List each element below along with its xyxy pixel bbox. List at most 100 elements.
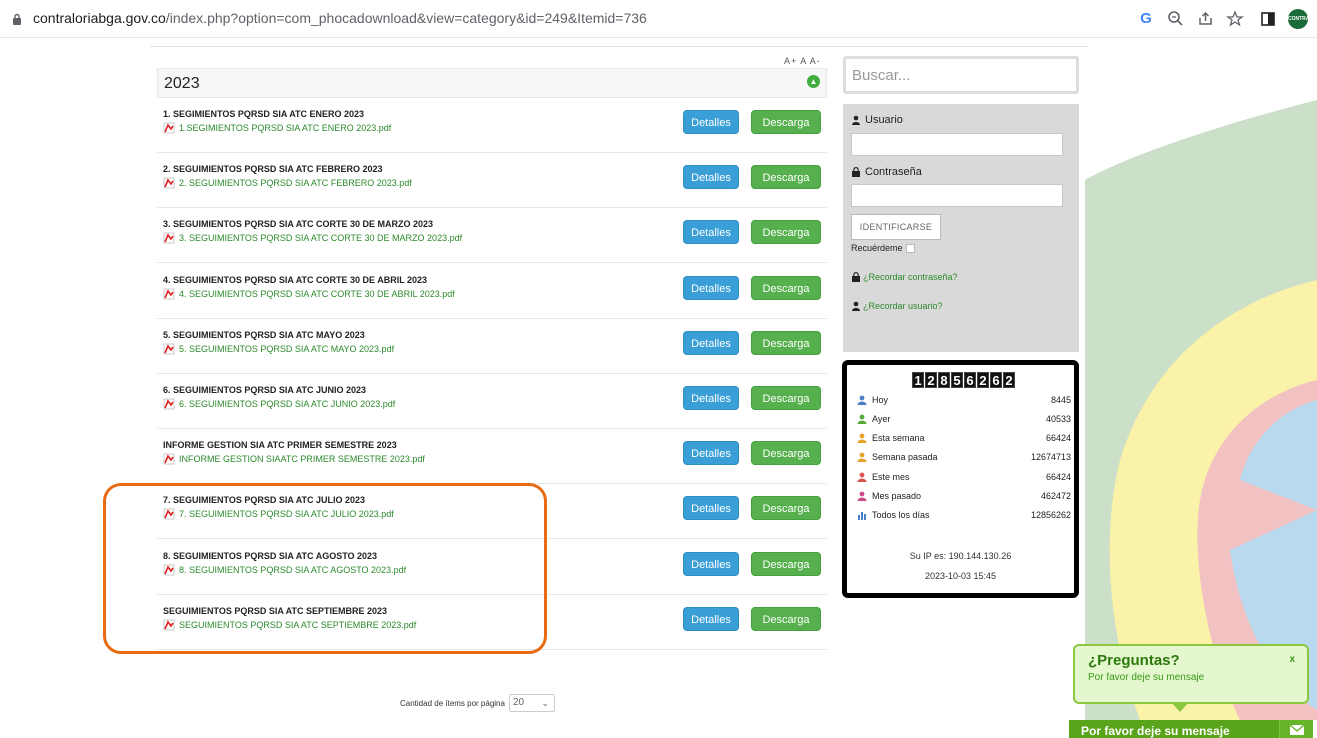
counter-value: 66424 [1045, 433, 1071, 444]
list-item: 4. SEGUIMIENTOS PQRSD SIA ATC CORTE 30 D… [157, 264, 827, 319]
counter-label: Semana pasada [872, 452, 938, 463]
remember-me: Recuérdeme [851, 243, 915, 253]
url-text[interactable]: contraloriabga.gov.co/index.php?option=c… [33, 10, 647, 26]
forgot-username-link[interactable]: ¿Recordar usuario? [851, 301, 943, 311]
pdf-icon [163, 122, 175, 134]
download-button[interactable]: Descarga [751, 110, 821, 134]
document-file-link[interactable]: 4. SEGUIMIENTOS PQRSD SIA ATC CORTE 30 D… [163, 287, 455, 301]
list-item: 5. SEGUIMIENTOS PQRSD SIA ATC MAYO 2023 5… [157, 319, 827, 374]
pdf-icon [163, 453, 175, 465]
counter-digit: 6 [964, 372, 976, 388]
document-title: 2. SEGUIMIENTOS PQRSD SIA ATC FEBRERO 20… [163, 164, 383, 175]
pdf-icon [163, 177, 175, 189]
counter-value: 8445 [1050, 394, 1071, 405]
page: contraloriabga.gov.co/index.php?option=c… [0, 0, 1317, 738]
chat-bubble[interactable]: ¿Preguntas? Por favor deje su mensaje x [1073, 644, 1309, 712]
document-file-link[interactable]: 5. SEGUIMIENTOS PQRSD SIA ATC MAYO 2023.… [163, 342, 394, 356]
counter-label: Todos los días [872, 510, 930, 521]
chat-subtext: Por favor deje su mensaje [1088, 672, 1205, 683]
details-button[interactable]: Detalles [683, 220, 739, 245]
share-icon[interactable] [1196, 9, 1216, 29]
lock-icon [13, 13, 21, 25]
download-button[interactable]: Descarga [751, 386, 821, 410]
search-input[interactable]: Buscar... [843, 56, 1079, 94]
pdf-icon [163, 232, 175, 244]
chat-bar-label: Por favor deje su mensaje [1081, 724, 1230, 738]
document-file-link[interactable]: 1.SEGIMIENTOS PQRSD SIA ATC ENERO 2023.p… [163, 121, 391, 135]
pdf-icon [163, 398, 175, 410]
search-placeholder: Buscar... [852, 67, 911, 84]
login-panel: Usuario Contraseña IDENTIFICARSE Recuérd… [843, 104, 1079, 352]
google-icon[interactable]: G [1136, 9, 1156, 29]
counter-digit: 6 [990, 372, 1002, 388]
document-file-link[interactable]: 6. SEGUIMIENTOS PQRSD SIA ATC JUNIO 2023… [163, 397, 395, 411]
download-button[interactable]: Descarga [751, 220, 821, 245]
list-item: INFORME GESTION SIA ATC PRIMER SEMESTRE … [157, 429, 827, 485]
remember-checkbox[interactable] [905, 243, 915, 253]
details-button[interactable]: Detalles [683, 551, 739, 576]
counter-datetime: 2023-10-03 15:45 [924, 571, 997, 581]
side-panel-icon[interactable] [1258, 9, 1278, 29]
mail-icon[interactable] [1279, 720, 1313, 738]
document-title: 3. SEGUIMIENTOS PQRSD SIA ATC CORTE 30 D… [163, 219, 434, 230]
star-bookmark-icon[interactable] [1225, 9, 1245, 29]
document-file-link[interactable]: 3. SEGUIMIENTOS PQRSD SIA ATC CORTE 30 D… [163, 231, 462, 245]
document-title: 5. SEGUIMIENTOS PQRSD SIA ATC MAYO 2023 [163, 329, 365, 340]
download-button[interactable]: Descarga [751, 165, 821, 190]
document-file-link[interactable]: 2. SEGUIMIENTOS PQRSD SIA ATC FEBRERO 20… [163, 176, 412, 190]
background-logo-arcs [1085, 100, 1317, 720]
details-button[interactable]: Detalles [683, 441, 739, 466]
person-icon [857, 472, 867, 482]
chat-bar[interactable]: Por favor deje su mensaje [1069, 720, 1313, 738]
counter-value: 40533 [1045, 413, 1071, 424]
person-icon [857, 452, 867, 463]
details-button[interactable]: Detalles [683, 165, 739, 190]
password-field[interactable] [851, 184, 1063, 207]
details-button[interactable]: Detalles [683, 275, 739, 300]
download-button[interactable]: Descarga [751, 496, 821, 521]
download-button[interactable]: Descarga [751, 551, 821, 576]
counter-digit: 2 [977, 372, 989, 388]
bar-chart-icon [858, 512, 866, 521]
chat-bubble-tail [1171, 702, 1189, 712]
font-size-controls[interactable]: A+ A A- [784, 56, 821, 66]
counter-digit: 2 [1003, 372, 1015, 388]
up-arrow-icon[interactable]: ▲ [807, 75, 820, 88]
user-icon [852, 115, 860, 125]
pdf-icon [163, 343, 175, 355]
username-field[interactable] [851, 133, 1063, 156]
counter-value: 12856262 [1030, 510, 1071, 521]
counter-row: Hoy 8445 [857, 391, 1071, 408]
details-button[interactable]: Detalles [683, 496, 739, 521]
counter-label: Este mes [872, 471, 910, 482]
items-per-page-select[interactable]: 20 ⌄ [508, 694, 555, 712]
counter-label: Ayer [872, 413, 891, 424]
details-button[interactable]: Detalles [683, 606, 739, 631]
download-button[interactable]: Descarga [751, 330, 821, 355]
list-item: 1. SEGIMIENTOS PQRSD SIA ATC ENERO 2023 1… [157, 98, 827, 153]
forgot-password-link[interactable]: ¿Recordar contraseña? [851, 272, 958, 282]
document-title: 6. SEGUIMIENTOS PQRSD SIA ATC JUNIO 2023 [163, 385, 367, 395]
details-button[interactable]: Detalles [683, 330, 739, 355]
close-icon[interactable]: x [1289, 654, 1295, 665]
zoom-icon[interactable] [1166, 9, 1186, 29]
document-title: 4. SEGUIMIENTOS PQRSD SIA ATC CORTE 30 D… [163, 274, 428, 285]
person-icon [857, 395, 867, 405]
document-file-link[interactable]: INFORME GESTION SIAATC PRIMER SEMESTRE 2… [163, 452, 425, 466]
extension-icon[interactable]: CONTRA [1288, 9, 1309, 29]
counter-row: Ayer 40533 [857, 410, 1071, 427]
password-label: Contraseña [851, 166, 922, 178]
details-button[interactable]: Detalles [683, 110, 739, 134]
counter-value: 66424 [1045, 471, 1071, 482]
counter-digit: 2 [925, 372, 937, 388]
category-title: 2023 [164, 75, 200, 92]
counter-label: Esta semana [872, 433, 925, 444]
details-button[interactable]: Detalles [683, 386, 739, 410]
download-button[interactable]: Descarga [751, 441, 821, 466]
download-button[interactable]: Descarga [751, 275, 821, 300]
login-button[interactable]: IDENTIFICARSE [851, 214, 941, 240]
chevron-down-icon: ⌄ [541, 698, 549, 708]
download-button[interactable]: Descarga [751, 606, 821, 631]
orange-highlight-annotation [103, 483, 547, 654]
counter-digit: 5 [951, 372, 963, 388]
